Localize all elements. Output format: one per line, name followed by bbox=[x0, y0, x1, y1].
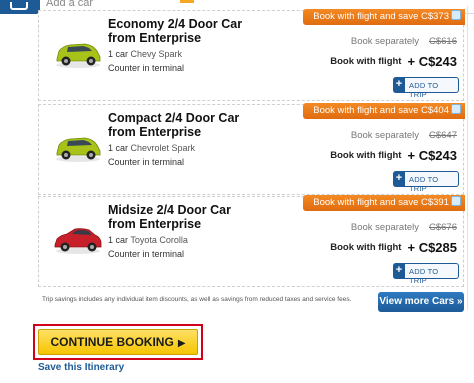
car-name: Economy 2/4 Door Car from Enterprise bbox=[108, 17, 243, 45]
tab-accent bbox=[180, 0, 194, 3]
book-separately-label: Book separately bbox=[350, 222, 419, 233]
book-with-flight-row: Book with flight + C$285 bbox=[330, 239, 457, 257]
plus-icon: + bbox=[393, 171, 405, 187]
car-icon bbox=[10, 2, 28, 10]
savings-amount: C$404 bbox=[421, 105, 449, 116]
plus-icon: + bbox=[393, 77, 405, 93]
book-with-flight-row: Book with flight + C$243 bbox=[330, 53, 457, 71]
car-result-card: Compact 2/4 Door Car from Enterprise 1 c… bbox=[38, 103, 465, 195]
double-chevron-right-icon: » bbox=[457, 296, 463, 307]
continue-booking-button[interactable]: CONTINUE BOOKING ▶ bbox=[38, 329, 198, 355]
car-name: Compact 2/4 Door Car from Enterprise bbox=[108, 111, 240, 139]
book-separately-row: Book separately C$616 bbox=[351, 36, 457, 47]
add-to-trip-label: ADD TO TRIP bbox=[409, 175, 439, 193]
book-with-flight-label: Book with flight bbox=[330, 242, 402, 253]
car-result-card: Economy 2/4 Door Car from Enterprise 1 c… bbox=[38, 9, 465, 101]
car-count: 1 car bbox=[108, 49, 129, 59]
info-icon[interactable] bbox=[451, 196, 461, 206]
car-result-card: Midsize 2/4 Door Car from Enterprise 1 c… bbox=[38, 195, 465, 287]
book-separately-row: Book separately C$647 bbox=[351, 130, 457, 141]
view-more-cars-button[interactable]: View more Cars » bbox=[378, 292, 464, 312]
book-with-flight-label: Book with flight bbox=[330, 150, 402, 161]
car-model-name: Chevrolet Spark bbox=[130, 143, 196, 153]
savings-text: Book with flight and save bbox=[313, 105, 419, 116]
savings-text: Book with flight and save bbox=[313, 197, 419, 208]
car-image bbox=[56, 137, 101, 162]
car-name: Midsize 2/4 Door Car from Enterprise bbox=[108, 203, 231, 231]
continue-highlight: CONTINUE BOOKING ▶ bbox=[33, 324, 203, 360]
car-image bbox=[54, 228, 102, 254]
savings-banner: Book with flight and save C$391 bbox=[303, 195, 465, 211]
savings-banner: Book with flight and save C$404 bbox=[303, 103, 465, 119]
pickup-location: Counter in terminal bbox=[108, 63, 185, 73]
pickup-location: Counter in terminal bbox=[108, 157, 185, 167]
view-more-cars-label: View more Cars bbox=[379, 296, 455, 307]
plus-icon: + bbox=[393, 263, 405, 279]
savings-amount: C$373 bbox=[421, 11, 449, 22]
book-with-flight-label: Book with flight bbox=[330, 56, 402, 67]
save-itinerary-link[interactable]: Save this Itinerary bbox=[38, 362, 124, 373]
book-with-flight-price: + C$243 bbox=[407, 54, 457, 69]
savings-disclaimer: Trip savings includes any individual ite… bbox=[42, 296, 352, 303]
book-separately-label: Book separately bbox=[350, 36, 419, 47]
info-icon[interactable] bbox=[451, 10, 461, 20]
car-model-name: Chevy Spark bbox=[130, 49, 183, 59]
savings-banner: Book with flight and save C$373 bbox=[303, 9, 465, 25]
book-separately-label: Book separately bbox=[350, 130, 419, 141]
car-model: 1 car Chevy Spark bbox=[108, 49, 182, 59]
book-with-flight-row: Book with flight + C$243 bbox=[330, 147, 457, 165]
book-separately-row: Book separately C$676 bbox=[351, 222, 457, 233]
book-with-flight-price: + C$285 bbox=[407, 240, 457, 255]
savings-text: Book with flight and save bbox=[313, 11, 419, 22]
car-image bbox=[56, 43, 101, 68]
add-to-trip-label: ADD TO TRIP bbox=[409, 81, 439, 99]
add-to-trip-button[interactable]: + ADD TO TRIP bbox=[393, 263, 459, 285]
car-model-name: Toyota Corolla bbox=[130, 235, 188, 245]
continue-booking-label: CONTINUE BOOKING bbox=[50, 335, 174, 349]
car-count: 1 car bbox=[108, 143, 129, 153]
book-separately-price: C$647 bbox=[429, 130, 457, 141]
add-to-trip-label: ADD TO TRIP bbox=[409, 267, 439, 285]
car-model: 1 car Toyota Corolla bbox=[108, 235, 188, 245]
info-icon[interactable] bbox=[451, 104, 461, 114]
add-to-trip-button[interactable]: + ADD TO TRIP bbox=[393, 171, 459, 193]
book-separately-price: C$616 bbox=[429, 36, 457, 47]
add-to-trip-button[interactable]: + ADD TO TRIP bbox=[393, 77, 459, 99]
savings-amount: C$391 bbox=[421, 197, 449, 208]
book-separately-price: C$676 bbox=[429, 222, 457, 233]
car-model: 1 car Chevrolet Spark bbox=[108, 143, 195, 153]
book-with-flight-price: + C$243 bbox=[407, 148, 457, 163]
pickup-location: Counter in terminal bbox=[108, 249, 185, 259]
play-arrow-icon: ▶ bbox=[177, 338, 186, 349]
car-count: 1 car bbox=[108, 235, 129, 245]
